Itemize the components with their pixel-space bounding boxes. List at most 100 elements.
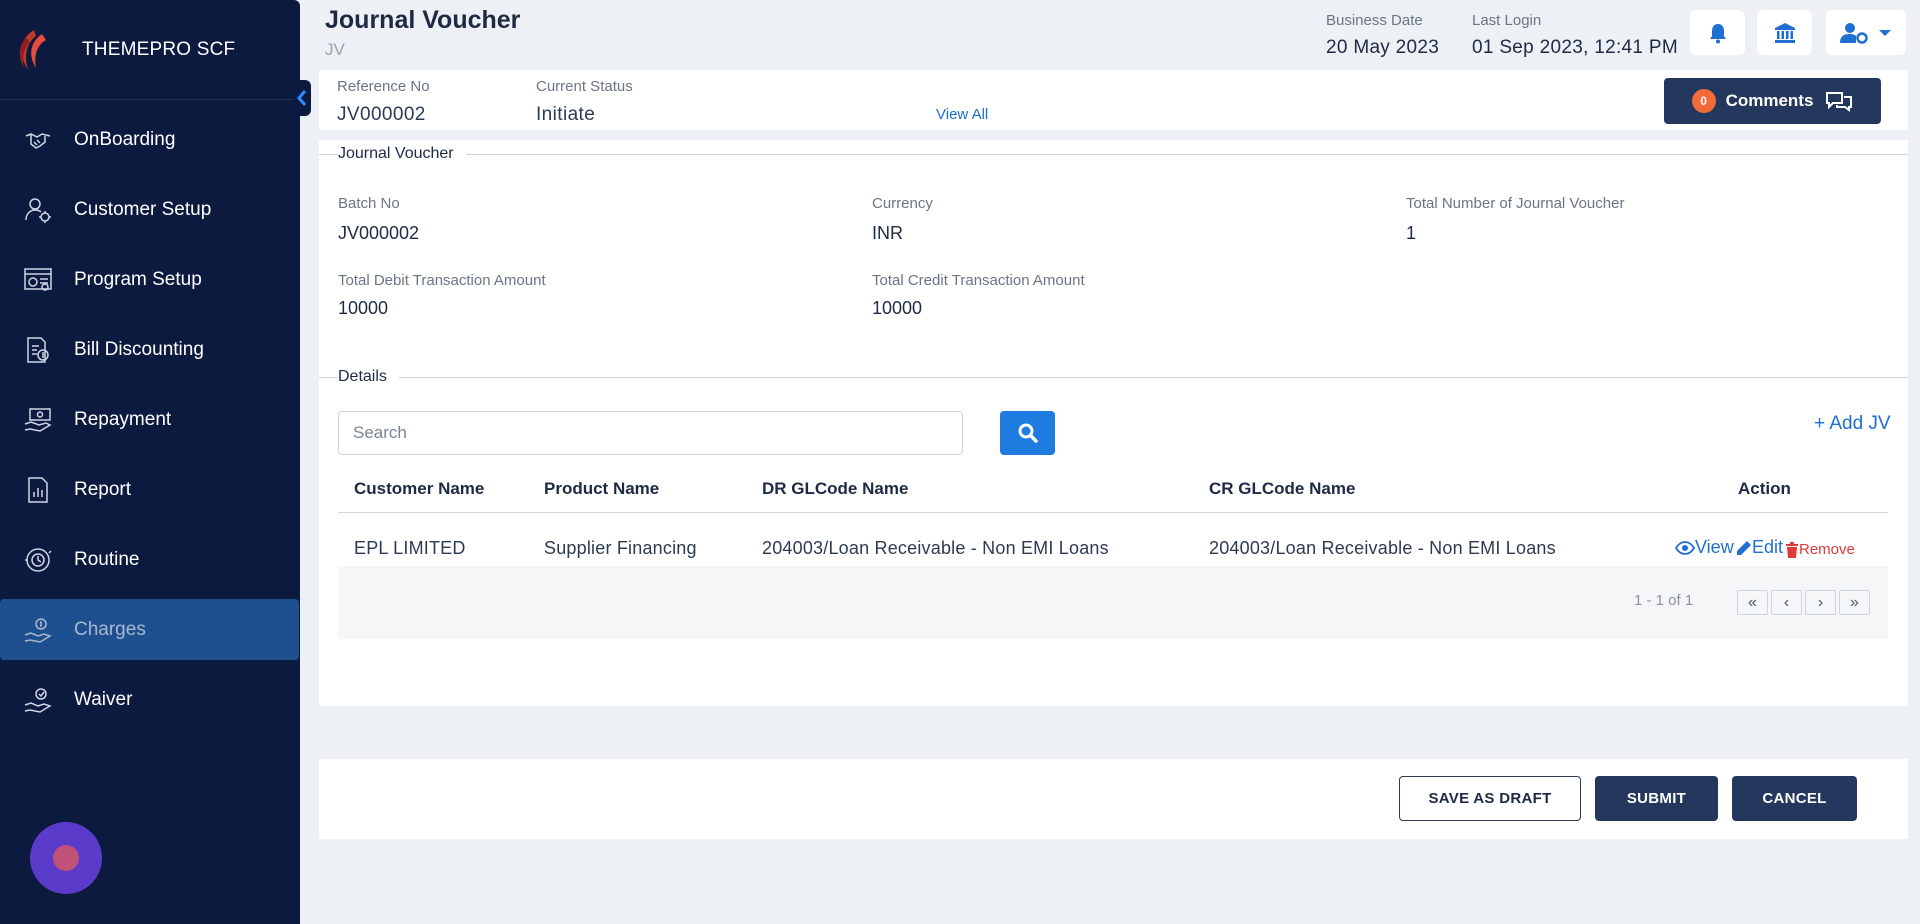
view-row-button[interactable]: View	[1675, 537, 1734, 558]
routine-icon	[24, 546, 52, 574]
bank-icon	[1774, 22, 1795, 43]
sidebar-item-label: Program Setup	[74, 268, 202, 290]
last-login-value: 01 Sep 2023, 12:41 PM	[1472, 37, 1678, 58]
batch-no-value: JV000002	[338, 223, 420, 243]
handshake-icon	[24, 126, 52, 154]
journal-voucher-section-title: Journal Voucher	[338, 145, 466, 163]
waiver-hand-icon	[24, 686, 52, 714]
details-section-title: Details	[338, 368, 399, 386]
sidebar-nav: OnBoarding Customer Setup Program Setup …	[0, 100, 300, 730]
remove-row-button[interactable]: Remove	[1785, 541, 1855, 558]
current-status-value: Initiate	[536, 104, 596, 125]
form-actions: SAVE AS DRAFT SUBMIT CANCEL	[319, 759, 1908, 839]
search-icon	[1018, 423, 1038, 443]
search-input[interactable]	[338, 411, 963, 455]
submit-button[interactable]: SUBMIT	[1595, 776, 1718, 821]
previous-page-button[interactable]: ‹	[1771, 590, 1802, 615]
notifications-button[interactable]	[1690, 10, 1745, 55]
comments-button[interactable]: 0 Comments	[1664, 78, 1881, 124]
last-login: Last Login 01 Sep 2023, 12:41 PM	[1472, 12, 1678, 59]
table-header-divider	[338, 512, 1888, 513]
dashboard-icon	[24, 266, 52, 294]
user-gear-icon	[1840, 22, 1868, 44]
edit-label: Edit	[1752, 537, 1784, 557]
batch-no-label: Batch No	[338, 195, 400, 212]
last-page-button[interactable]: »	[1839, 590, 1870, 615]
sidebar-item-charges[interactable]: Charges	[0, 599, 299, 660]
cell-cr-glcode-name: 204003/Loan Receivable - Non EMI Loans	[1209, 538, 1556, 558]
total-credit-value: 10000	[872, 298, 923, 318]
total-credit-label: Total Credit Transaction Amount	[872, 272, 1085, 289]
sidebar-item-label: Report	[74, 478, 132, 500]
column-header-cr-glcode-name[interactable]: CR GLCode Name	[1209, 479, 1355, 499]
edit-row-button[interactable]: Edit	[1736, 537, 1783, 558]
sidebar: THEMEPRO SCF OnBoarding Customer Setup P…	[0, 0, 311, 924]
pencil-icon	[1737, 540, 1751, 555]
sidebar-item-program-setup[interactable]: Program Setup	[0, 249, 300, 310]
sidebar-item-repayment[interactable]: Repayment	[0, 389, 300, 450]
sidebar-item-customer-setup[interactable]: Customer Setup	[0, 179, 300, 240]
chevron-left-icon	[297, 90, 307, 106]
column-header-dr-glcode-name[interactable]: DR GLCode Name	[762, 479, 908, 499]
currency-value: INR	[872, 223, 903, 243]
table-pagination: 1 - 1 of 1 « ‹ › »	[338, 566, 1888, 639]
page-title: Journal Voucher	[325, 6, 521, 34]
column-header-action: Action	[1738, 479, 1791, 498]
user-settings-menu-button[interactable]	[1826, 10, 1906, 55]
save-as-draft-button[interactable]: SAVE AS DRAFT	[1399, 776, 1581, 821]
sidebar-item-bill-discounting[interactable]: Bill Discounting	[0, 319, 300, 380]
caret-down-icon	[1879, 29, 1891, 36]
assistant-dot-icon	[53, 845, 79, 871]
column-header-customer-name[interactable]: Customer Name	[354, 479, 484, 499]
view-all-link[interactable]: View All	[936, 106, 988, 123]
trash-icon	[1786, 541, 1798, 558]
total-jv-value: 1	[1406, 223, 1417, 243]
next-page-button[interactable]: ›	[1805, 590, 1836, 615]
page-subtitle: JV	[325, 40, 345, 59]
bell-icon	[1709, 23, 1726, 43]
user-gear-icon	[24, 196, 52, 224]
business-date: Business Date 20 May 2023	[1326, 12, 1439, 59]
bank-button[interactable]	[1757, 10, 1812, 55]
reference-no-label: Reference No	[337, 78, 430, 95]
cell-customer-name: EPL LIMITED	[354, 538, 466, 558]
comments-label: Comments	[1725, 91, 1814, 110]
last-login-label: Last Login	[1472, 12, 1542, 29]
brand-logo-icon	[19, 29, 46, 70]
section-divider	[319, 377, 1908, 378]
charges-hand-icon	[24, 616, 52, 644]
total-debit-value: 10000	[338, 298, 389, 318]
bill-icon	[24, 336, 52, 364]
sidebar-item-onboarding[interactable]: OnBoarding	[0, 109, 300, 170]
sidebar-item-report[interactable]: Report	[0, 459, 300, 520]
sidebar-item-routine[interactable]: Routine	[0, 529, 300, 590]
sidebar-item-label: Customer Setup	[74, 198, 212, 220]
brand-name: THEMEPRO SCF	[82, 38, 236, 60]
remove-label: Remove	[1799, 541, 1855, 558]
money-hand-icon	[24, 406, 52, 434]
total-jv-label: Total Number of Journal Voucher	[1406, 195, 1625, 212]
currency-label: Currency	[872, 195, 933, 212]
column-header-product-name[interactable]: Product Name	[544, 479, 659, 499]
sidebar-collapse-button[interactable]	[293, 80, 311, 116]
business-date-value: 20 May 2023	[1326, 37, 1440, 58]
current-status-label: Current Status	[536, 78, 633, 95]
cell-dr-glcode-name: 204003/Loan Receivable - Non EMI Loans	[762, 538, 1109, 558]
assistant-launcher-button[interactable]	[30, 822, 102, 894]
reference-no-value: JV000002	[337, 104, 426, 125]
comments-count-badge: 0	[1691, 89, 1716, 113]
first-page-button[interactable]: «	[1737, 590, 1768, 615]
add-jv-button[interactable]: + Add JV	[1814, 413, 1891, 435]
cancel-button[interactable]: CANCEL	[1732, 776, 1857, 821]
search-button[interactable]	[1000, 411, 1055, 455]
total-debit-label: Total Debit Transaction Amount	[338, 272, 546, 289]
sidebar-item-label: Waiver	[74, 688, 133, 710]
brand[interactable]: THEMEPRO SCF	[0, 0, 300, 100]
sidebar-item-label: Charges	[74, 618, 146, 640]
business-date-label: Business Date	[1326, 12, 1423, 29]
view-label: View	[1695, 537, 1734, 557]
chat-bubbles-icon	[1826, 92, 1853, 112]
sidebar-item-label: OnBoarding	[74, 128, 176, 150]
sidebar-item-waiver[interactable]: Waiver	[0, 669, 300, 730]
section-divider	[319, 154, 1908, 155]
